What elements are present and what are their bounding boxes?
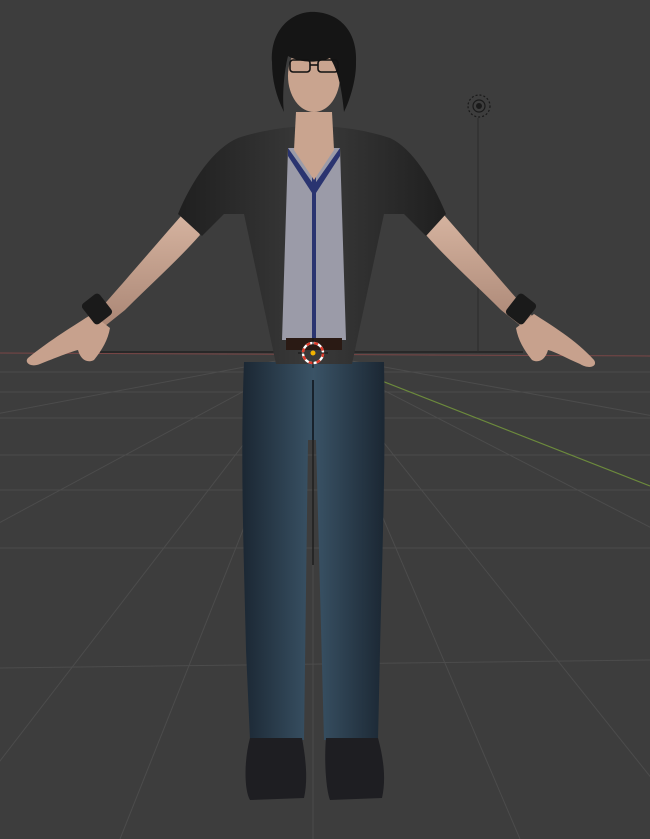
right-shoe	[325, 738, 385, 800]
right-hand	[516, 314, 596, 367]
3d-male-character-t-pose[interactable]	[26, 11, 596, 800]
sun-lamp-icon[interactable]	[467, 94, 491, 118]
left-shoe	[245, 738, 307, 800]
3d-viewport[interactable]	[0, 0, 650, 839]
viewport-canvas[interactable]	[0, 0, 650, 839]
